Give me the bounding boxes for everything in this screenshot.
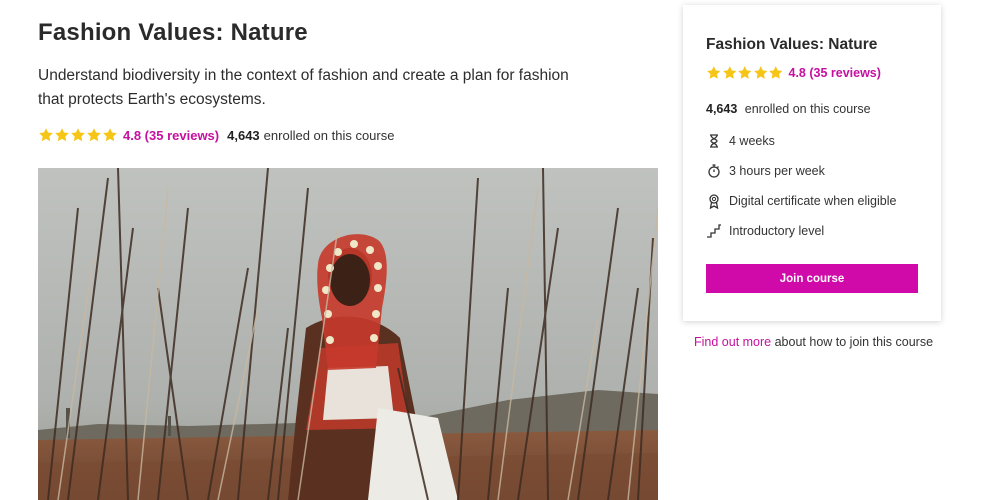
page-title: Fashion Values: Nature xyxy=(38,19,308,46)
feature-certificate: Digital certificate when eligible xyxy=(706,192,896,210)
find-out-more-suffix: about how to join this course xyxy=(774,335,934,349)
feature-duration: 4 weeks xyxy=(706,132,775,150)
stopwatch-icon xyxy=(708,164,720,178)
photo-person-in-grass xyxy=(38,168,658,500)
reviews-link[interactable]: 4.8 (35 reviews) xyxy=(123,128,219,143)
feature-hours: 3 hours per week xyxy=(706,162,825,180)
certificate-icon xyxy=(709,194,719,209)
feature-label: 3 hours per week xyxy=(729,164,825,178)
enrolled-label: enrolled on this course xyxy=(263,127,395,143)
star-icon xyxy=(103,128,117,142)
feature-label: Introductory level xyxy=(729,224,825,238)
enrolled-count: 4,643 xyxy=(227,127,260,143)
star-icon xyxy=(738,66,752,79)
course-description: Understand biodiversity in the context o… xyxy=(38,67,569,108)
find-out-more-text: Find out more about how to join this cou… xyxy=(694,335,933,349)
card-title: Fashion Values: Nature xyxy=(706,36,878,53)
star-icon xyxy=(71,128,85,142)
card-rating-row: 4.8 (35 reviews) xyxy=(706,65,889,81)
star-rating xyxy=(38,127,118,143)
star-icon xyxy=(55,128,69,142)
star-icon xyxy=(753,66,767,79)
course-hero-image xyxy=(38,168,658,500)
rating-row: 4.8 (35 reviews) 4,643 enrolled on this … xyxy=(38,126,394,144)
star-icon xyxy=(39,128,53,142)
feature-label: Digital certificate when eligible xyxy=(729,194,897,208)
star-icon xyxy=(722,66,736,79)
find-out-more-link[interactable]: Find out more xyxy=(694,335,771,349)
course-summary-card: Fashion Values: Nature 4.8 (35 reviews) … xyxy=(683,5,941,321)
steps-icon xyxy=(707,224,721,238)
card-enrolled-label: enrolled on this course xyxy=(744,102,871,116)
star-icon xyxy=(87,128,101,142)
card-enrolled: 4,643 enrolled on this course xyxy=(706,102,871,116)
card-reviews-link[interactable]: 4.8 (35 reviews) xyxy=(789,66,881,80)
feature-label: 4 weeks xyxy=(729,134,775,148)
star-icon xyxy=(707,66,721,79)
join-course-button[interactable]: Join course xyxy=(706,264,918,293)
star-icon xyxy=(769,66,783,79)
card-star-rating xyxy=(706,65,784,81)
card-enrolled-count: 4,643 xyxy=(706,102,738,116)
hourglass-icon xyxy=(710,134,718,148)
feature-level: Introductory level xyxy=(706,222,824,240)
